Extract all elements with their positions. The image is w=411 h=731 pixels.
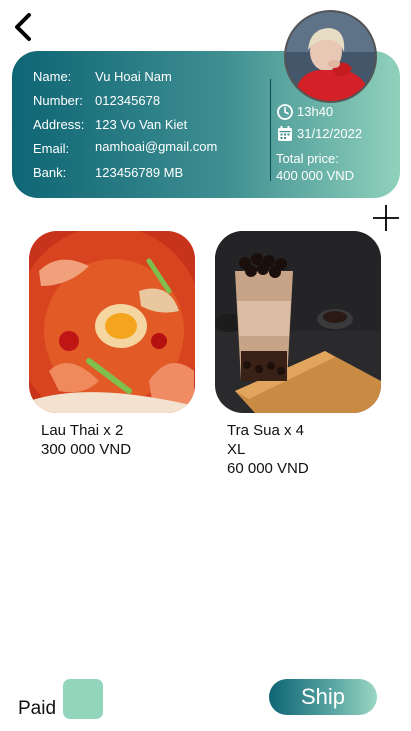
email-value: namhoai@gmail.com [95,139,218,154]
product-image-tra-sua [215,231,381,413]
email-row: Email: namhoai@gmail.com [33,139,218,157]
total-price-label: Total price: [276,151,339,166]
back-button[interactable] [10,10,40,44]
bank-row: Bank: 123456789 MB [33,165,183,181]
address-row: Address: 123 Vo Van Kiet [33,117,187,133]
avatar-photo [286,12,375,101]
product-price: 300 000 VND [41,441,132,458]
bank-label: Bank: [33,165,67,180]
address-label: Address: [33,117,85,132]
email-label: Email: [33,141,70,156]
paid-checkbox[interactable] [63,679,103,719]
product-image-lau-thai [29,231,195,413]
plus-icon [373,205,399,231]
number-value: 012345678 [95,93,161,108]
avatar[interactable] [284,10,377,103]
product-name: Lau Thai x 2 [41,422,124,439]
order-time: 13h40 [297,104,334,119]
order-date: 31/12/2022 [297,126,363,141]
calendar-icon [278,126,292,141]
bank-value: 123456789 MB [95,165,184,180]
info-divider [270,79,271,181]
paid-label: Paid [18,698,57,719]
product-card-tra-sua[interactable]: Tra Sua x 4 XL 60 000 VND [215,231,381,478]
milk-tea-image [215,231,381,413]
name-row: Name: Vu Hoai Nam [33,69,172,85]
total-price-value: 400 000 VND [276,168,355,183]
product-card-lau-thai[interactable]: Lau Thai x 2 300 000 VND [29,231,195,459]
name-value: Vu Hoai Nam [95,69,172,84]
add-item-button[interactable] [372,204,400,232]
clock-icon [277,104,293,120]
order-time-row: 13h40 [276,103,333,121]
ship-button[interactable]: Ship [269,679,377,715]
product-price: 60 000 VND [227,460,309,477]
hotpot-image [29,231,195,413]
chevron-left-icon [15,13,31,41]
name-label: Name: [33,69,72,84]
number-row: Number: 012345678 [33,93,160,109]
address-value: 123 Vo Van Kiet [95,117,188,132]
order-date-row: 31/12/2022 [276,125,362,143]
number-label: Number: [33,93,83,108]
product-name: Tra Sua x 4 [227,422,304,439]
product-size: XL [227,441,246,458]
